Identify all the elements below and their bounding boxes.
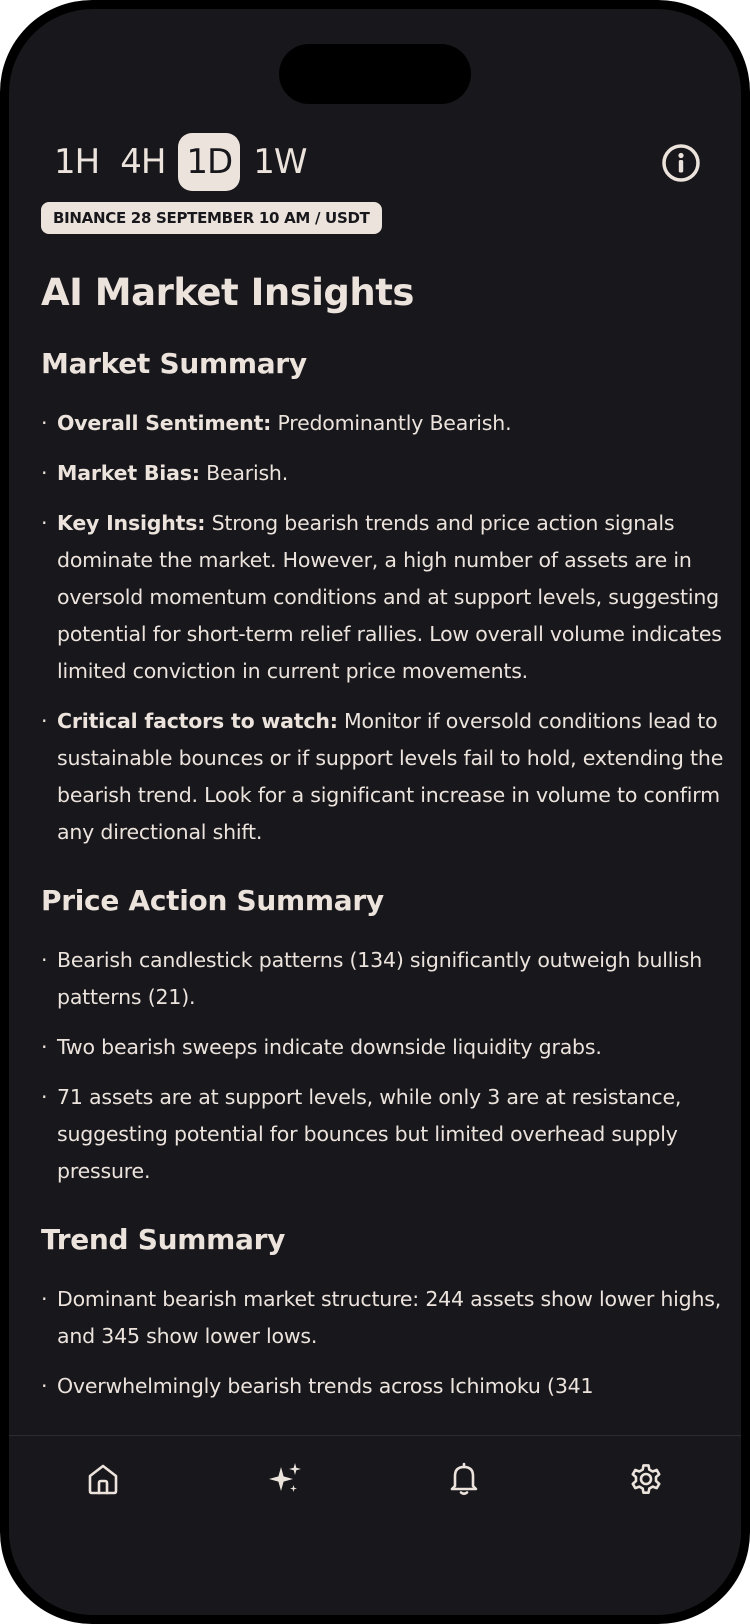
gear-icon[interactable] (628, 1461, 664, 1497)
price-action-list: Bearish candlestick patterns (134) signi… (41, 942, 727, 1190)
page-title: AI Market Insights (41, 271, 414, 314)
market-summary-list: Overall Sentiment: Predominantly Bearish… (41, 405, 727, 851)
timeframe-selector: 1H 4H 1D 1W (46, 133, 319, 191)
dynamic-island (279, 44, 471, 104)
trend-summary-list: Dominant bearish market structure: 244 a… (41, 1281, 727, 1405)
list-item: Overwhelmingly bearish trends across Ich… (41, 1368, 727, 1405)
timeframe-1d[interactable]: 1D (178, 133, 241, 191)
trend-summary-heading: Trend Summary (41, 1223, 286, 1256)
insights-content: AI Market Insights Market Summary Overal… (41, 264, 727, 1418)
phone-frame: 1H 4H 1D 1W BINANCE 28 SEPTEMBER 10 AM /… (0, 0, 750, 1624)
list-item: Key Insights: Strong bearish trends and … (41, 505, 727, 690)
home-icon[interactable] (85, 1461, 121, 1497)
market-summary-heading: Market Summary (41, 347, 307, 380)
list-item: Bearish candlestick patterns (134) signi… (41, 942, 727, 1016)
info-icon[interactable] (661, 143, 701, 183)
bottom-tab-bar (9, 1435, 741, 1615)
screen: 1H 4H 1D 1W BINANCE 28 SEPTEMBER 10 AM /… (9, 9, 741, 1615)
sparkles-icon[interactable] (267, 1461, 303, 1497)
list-item: 71 assets are at support levels, while o… (41, 1079, 727, 1190)
list-item: Dominant bearish market structure: 244 a… (41, 1281, 727, 1355)
list-item: Two bearish sweeps indicate downside liq… (41, 1029, 727, 1066)
timeframe-4h[interactable]: 4H (112, 133, 173, 191)
list-item: Market Bias: Bearish. (41, 455, 727, 492)
timeframe-1h[interactable]: 1H (46, 133, 107, 191)
list-item: Overall Sentiment: Predominantly Bearish… (41, 405, 727, 442)
exchange-badge: BINANCE 28 SEPTEMBER 10 AM / USDT (41, 202, 382, 234)
timeframe-1w[interactable]: 1W (245, 133, 314, 191)
price-action-summary-heading: Price Action Summary (41, 884, 384, 917)
bell-icon[interactable] (446, 1461, 482, 1497)
list-item: Critical factors to watch: Monitor if ov… (41, 703, 727, 851)
